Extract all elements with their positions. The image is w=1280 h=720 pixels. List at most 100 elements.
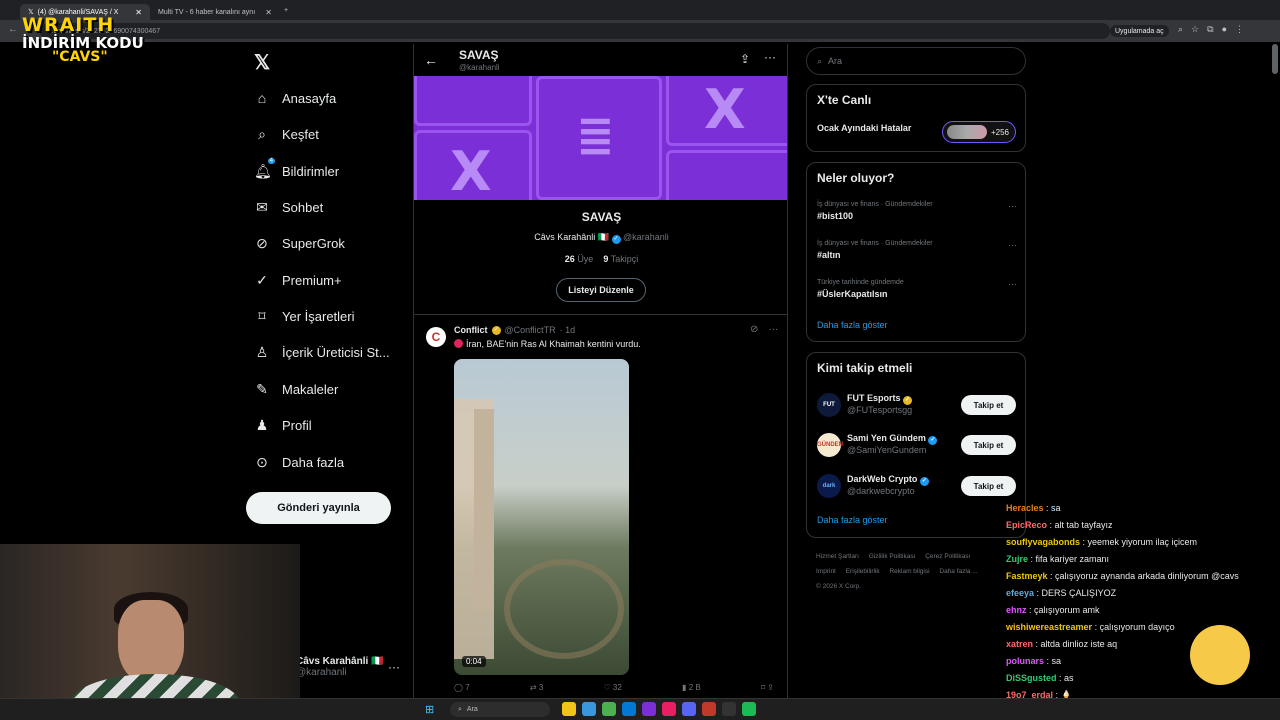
- repost-button[interactable]: ⇄ 3: [530, 683, 543, 692]
- like-button[interactable]: ♡ 32: [604, 683, 622, 692]
- nav-bookmarks[interactable]: ⌑ Yer İşaretleri: [254, 308, 354, 325]
- more-dots-icon[interactable]: ···: [388, 660, 400, 674]
- bookmark-button[interactable]: ⌑ ⇪: [761, 683, 774, 692]
- live-listeners-pill[interactable]: +256: [942, 121, 1016, 143]
- extensions-icon[interactable]: ⧉: [1207, 24, 1213, 35]
- tweet-text: İran, BAE'nin Ras Al Khaimah kentini vur…: [454, 339, 641, 349]
- views-button[interactable]: ▮ 2 B: [682, 683, 701, 692]
- trend-item[interactable]: İş dünyası ve finans · Gündemdekiler #al…: [817, 240, 1017, 260]
- nav-chat[interactable]: ✉ Sohbet: [254, 199, 323, 216]
- post-button[interactable]: Gönderi yayınla: [246, 492, 391, 524]
- chat-username: DiSSgusted: [1006, 673, 1057, 683]
- account-handle: @karahanli: [296, 667, 347, 678]
- reply-button[interactable]: ◯ 7: [454, 683, 470, 692]
- footer-link[interactable]: Daha fazla ...: [939, 568, 977, 575]
- address-bar[interactable]: x.com/i/lists/2027822690074300467: [40, 23, 1110, 39]
- nav-articles[interactable]: ✎ Makaleler: [254, 381, 338, 398]
- tweet-handle: @ConflictTR: [504, 325, 556, 335]
- footer-link[interactable]: Reklam bilgisi: [889, 568, 929, 575]
- spotify-icon[interactable]: [742, 702, 756, 716]
- list-owner[interactable]: Câvs Karahânli 🇮🇹 ✓ @karahanli: [414, 232, 787, 244]
- browser-tabbar: 𝕏 (4) @karahanli/SAVAŞ / X ✕ Multi TV - …: [0, 0, 1280, 20]
- app-icon[interactable]: [662, 702, 676, 716]
- follow-button[interactable]: Takip et: [961, 435, 1016, 455]
- more-dots-icon[interactable]: ···: [1008, 201, 1017, 211]
- live-topic[interactable]: Ocak Ayındaki Hatalar: [817, 123, 911, 133]
- members-link[interactable]: 26 Üye: [565, 254, 594, 264]
- nav-explore[interactable]: ⌕ Keşfet: [254, 126, 319, 143]
- file-explorer-icon[interactable]: [562, 702, 576, 716]
- search-icon: ⌕: [458, 705, 462, 713]
- follow-suggestion[interactable]: dark DarkWeb Crypto ✓ @darkwebcrypto Tak…: [817, 472, 1017, 502]
- x-logo-icon[interactable]: 𝕏: [254, 50, 270, 75]
- obs-icon[interactable]: [722, 702, 736, 716]
- tab-title: Multi TV - 6 haber kanalını aynı: [158, 8, 256, 16]
- follow-suggestion[interactable]: GÜNDEM Sami Yen Gündem ✓ @SamiYenGundem …: [817, 431, 1017, 461]
- edit-list-button[interactable]: Listeyi Düzenle: [556, 278, 646, 302]
- chat-username: ehnz: [1006, 605, 1027, 615]
- chat-username: Zujre: [1006, 554, 1029, 564]
- chrome-icon[interactable]: [602, 702, 616, 716]
- tweet-time[interactable]: · 1d: [560, 325, 576, 335]
- windows-start-icon[interactable]: ⊞: [425, 703, 434, 716]
- trend-item[interactable]: İş dünyası ve finans · Gündemdekiler #bi…: [817, 201, 1017, 221]
- show-more-link[interactable]: Daha fazla göster: [817, 515, 888, 525]
- footer-link[interactable]: Imprint: [816, 568, 836, 575]
- show-more-link[interactable]: Daha fazla göster: [817, 320, 888, 330]
- more-dots-icon[interactable]: ···: [764, 50, 776, 64]
- menu-icon[interactable]: ⋮: [1235, 24, 1244, 35]
- search-input[interactable]: ⌕ Ara: [806, 47, 1026, 75]
- nav-notifications[interactable]: 🔔︎ 4 Bildirimler: [254, 158, 339, 180]
- more-dots-icon[interactable]: ···: [1008, 240, 1017, 250]
- store-icon[interactable]: [622, 702, 636, 716]
- new-tab-icon[interactable]: +: [284, 7, 288, 14]
- followers-link[interactable]: 9 Takipçi: [603, 254, 638, 264]
- back-icon[interactable]: ←: [8, 24, 18, 35]
- nav-supergrok[interactable]: ⊘ SuperGrok: [254, 235, 345, 252]
- star-icon[interactable]: ☆: [1191, 24, 1199, 35]
- trend-item[interactable]: Türkiye tarihinde gündemde #ÜslerKapatıl…: [817, 279, 1017, 299]
- app-icon[interactable]: [642, 702, 656, 716]
- share-icon[interactable]: ⇪: [740, 52, 750, 66]
- scrollbar[interactable]: [1272, 44, 1278, 74]
- page-title: SAVAŞ: [459, 48, 499, 62]
- tweet[interactable]: C Conflict ✓ @ConflictTR · 1d ⊘ ··· İran…: [414, 315, 787, 700]
- footer-link[interactable]: Gizlilik Politikası: [869, 553, 916, 560]
- tweet-author[interactable]: Conflict: [454, 325, 488, 335]
- avatar[interactable]: C: [426, 327, 446, 347]
- back-arrow-icon[interactable]: ←: [424, 52, 438, 68]
- follow-button[interactable]: Takip et: [961, 395, 1016, 415]
- profile-icon[interactable]: ●: [1222, 24, 1227, 35]
- nav-creator-studio[interactable]: ♙ İçerik Üreticisi St...: [254, 344, 390, 361]
- zoom-icon[interactable]: ⌕: [1178, 24, 1183, 35]
- more-dots-icon[interactable]: ···: [768, 324, 778, 335]
- taskbar-search[interactable]: ⌕ Ara: [450, 702, 550, 717]
- chat-message: Heracles : sa: [1006, 503, 1061, 513]
- repost-icon: ⇄: [529, 683, 537, 692]
- tweet-video[interactable]: 0:04: [454, 359, 629, 675]
- nav-profile[interactable]: ♟ Profil: [254, 417, 312, 434]
- article-icon: ✎: [256, 381, 268, 397]
- nav-more[interactable]: ⊙ Daha fazla: [254, 454, 344, 471]
- chat-username: Fastmeyk: [1006, 571, 1048, 581]
- browser-tab[interactable]: Multi TV - 6 haber kanalını aynı ✕: [150, 4, 280, 20]
- close-tab-icon[interactable]: ✕: [265, 8, 272, 17]
- grok-icon[interactable]: ⊘: [750, 324, 758, 335]
- more-dots-icon[interactable]: ···: [1008, 279, 1017, 289]
- nav-premium[interactable]: ✓ Premium+: [254, 272, 341, 289]
- app-icon[interactable]: [702, 702, 716, 716]
- footer-link[interactable]: Erişilebilirlik: [846, 568, 880, 575]
- footer-link[interactable]: Hizmet Şartları: [816, 553, 859, 560]
- chat-message: souflyvagabonds : yeemek yiyorum ilaç iç…: [1006, 537, 1198, 547]
- discord-icon[interactable]: [682, 702, 696, 716]
- account-switcher[interactable]: Câvs Karahânli 🇮🇹 @karahanli ···: [296, 656, 400, 678]
- bookmark-icon: ⌑: [760, 683, 766, 692]
- nav-home[interactable]: ⌂ Anasayfa: [254, 90, 336, 106]
- edge-icon[interactable]: [582, 702, 596, 716]
- footer-link[interactable]: Çerez Politikası: [925, 553, 970, 560]
- chat-text: çalışıyorum amk: [1034, 605, 1100, 615]
- follow-button[interactable]: Takip et: [961, 476, 1016, 496]
- avatar: dark: [817, 474, 841, 498]
- follow-suggestion[interactable]: FUT FUT Esports ✓ @FUTesportsgg Takip et: [817, 391, 1017, 421]
- open-in-app-button[interactable]: Uygulamada aç: [1110, 25, 1169, 37]
